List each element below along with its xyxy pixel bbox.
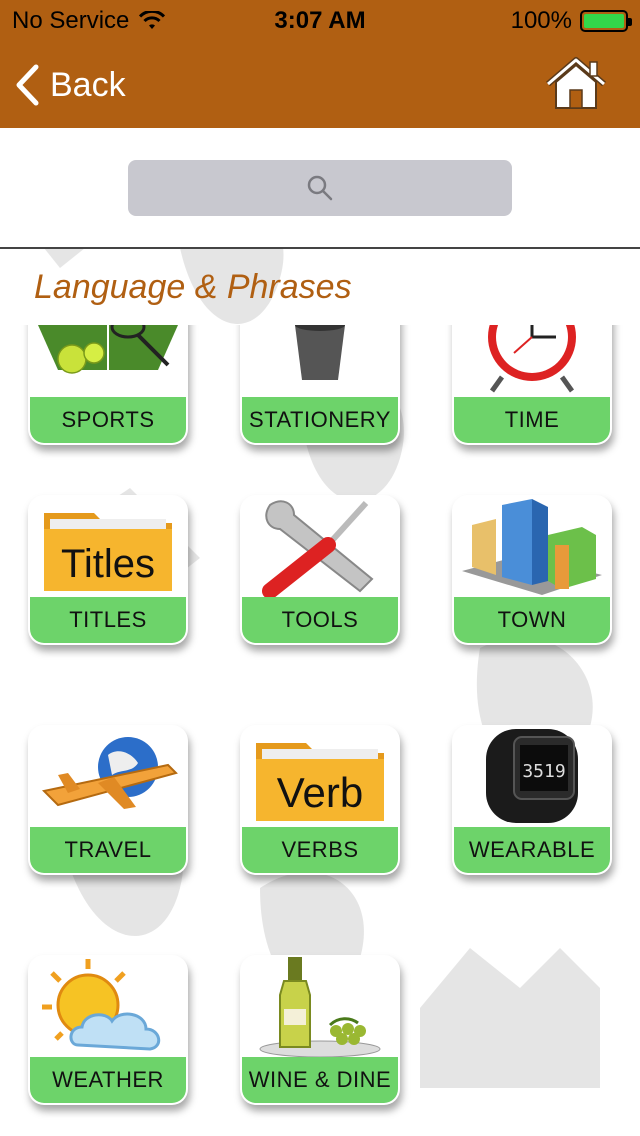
battery-icon	[580, 10, 632, 32]
category-label: WEARABLE	[454, 827, 610, 873]
wine-bottle-icon	[259, 957, 381, 1057]
category-tile-time[interactable]: TIME	[452, 325, 612, 445]
category-label: VERBS	[242, 827, 398, 873]
category-tile-wearable[interactable]: 3519 WEARABLE	[452, 725, 612, 875]
fitness-watch-icon: 3519	[486, 729, 578, 823]
category-label: TOOLS	[242, 597, 398, 643]
category-tile-stationery[interactable]: STATIONERY	[240, 325, 400, 445]
category-label: WINE & DINE	[242, 1057, 398, 1103]
alarm-clock-icon	[488, 325, 576, 393]
pencil-cup-icon	[295, 325, 345, 380]
category-label: TRAVEL	[30, 827, 186, 873]
category-tile-tools[interactable]: TOOLS	[240, 495, 400, 645]
section-title: Language & Phrases	[34, 268, 352, 306]
category-tile-verbs[interactable]: Verb VERBS	[240, 725, 400, 875]
folder-verb-icon: Verb	[256, 743, 384, 821]
category-tile-sports[interactable]: SPORTS	[28, 325, 188, 445]
category-label: SPORTS	[30, 397, 186, 443]
category-tile-town[interactable]: TOWN	[452, 495, 612, 645]
home-icon[interactable]	[544, 56, 608, 112]
search-area	[0, 128, 640, 248]
back-label: Back	[50, 65, 126, 104]
svg-text:Titles: Titles	[61, 542, 155, 586]
category-tile-wine-dine[interactable]: WINE & DINE	[240, 955, 400, 1105]
folder-titles-icon: Titles	[44, 513, 172, 591]
back-button[interactable]: Back	[14, 60, 126, 110]
category-label: STATIONERY	[242, 397, 398, 443]
category-grid: SPORTS STATIONERY TIME Titles TITLES TOO…	[0, 325, 640, 1136]
status-right: 100%	[510, 7, 632, 35]
category-tile-titles[interactable]: Titles TITLES	[28, 495, 188, 645]
nav-bar: Back	[0, 40, 640, 128]
status-bar: No Service 3:07 AM 100%	[0, 0, 640, 40]
category-label: TOWN	[454, 597, 610, 643]
chevron-left-icon	[16, 64, 39, 106]
category-tile-travel[interactable]: TRAVEL	[28, 725, 188, 875]
buildings-icon	[462, 499, 602, 595]
wrench-screwdriver-icon	[262, 500, 374, 597]
search-divider	[0, 247, 640, 249]
svg-text:Verb: Verb	[277, 769, 363, 816]
sun-cloud-icon	[42, 959, 161, 1051]
search-icon	[307, 175, 333, 201]
category-label: WEATHER	[30, 1057, 186, 1103]
category-label: TIME	[454, 397, 610, 443]
category-label: TITLES	[30, 597, 186, 643]
svg-text:3519: 3519	[522, 761, 565, 782]
tennis-court-icon	[38, 325, 178, 374]
search-input[interactable]	[128, 160, 512, 216]
battery-percent: 100%	[510, 7, 572, 34]
category-tile-weather[interactable]: WEATHER	[28, 955, 188, 1105]
airplane-globe-icon	[41, 737, 178, 809]
